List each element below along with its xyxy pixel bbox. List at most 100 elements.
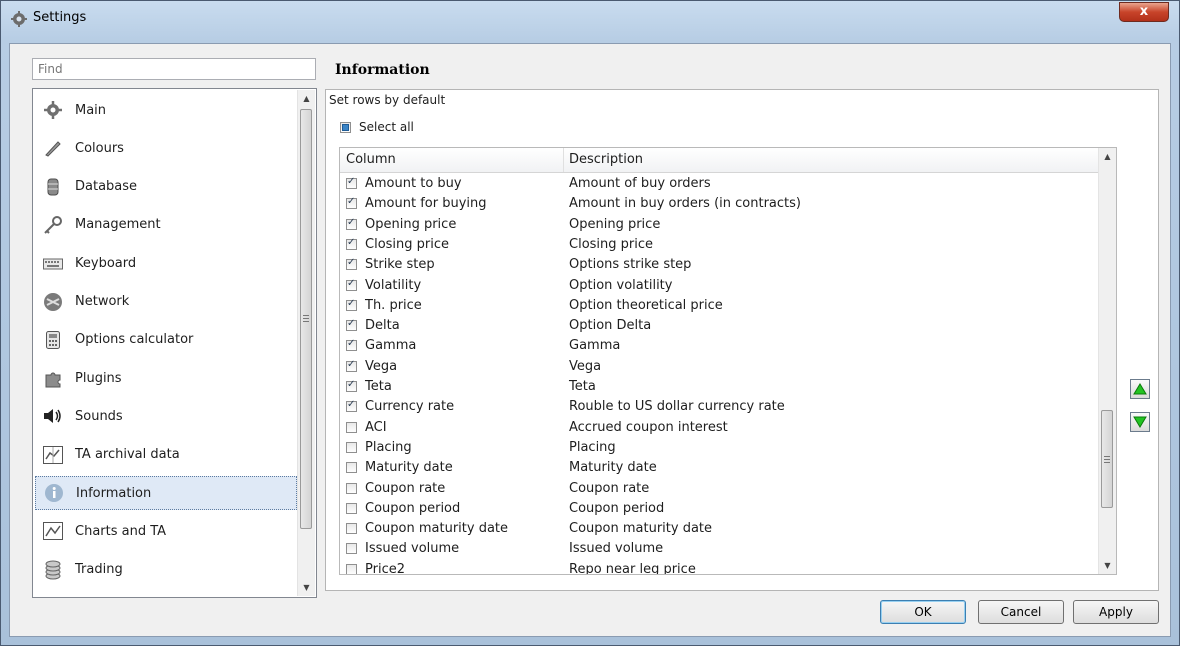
row-checkbox[interactable] (346, 298, 357, 311)
sidebar-item-keyboard[interactable]: Keyboard (35, 246, 297, 280)
cancel-button[interactable]: Cancel (978, 600, 1064, 624)
move-up-button[interactable] (1130, 379, 1150, 399)
column-name: Amount to buy (365, 176, 462, 191)
table-row[interactable]: Maturity date Maturity date (340, 458, 1100, 478)
table-row[interactable]: Coupon rate Coupon rate (340, 479, 1100, 499)
table-row[interactable]: Currency rate Rouble to US dollar currenc… (340, 397, 1100, 417)
title-bar[interactable]: Settings x (1, 1, 1179, 35)
rows-group-box: Set rows by default Select all Column De… (325, 89, 1159, 591)
table-row[interactable]: Price2 Repo near leg price (340, 560, 1100, 574)
row-checkbox[interactable] (346, 257, 357, 271)
sidebar-item-main[interactable]: Main (35, 93, 297, 127)
table-row[interactable]: Th. price Option theoretical price (340, 296, 1100, 316)
table-row[interactable]: Coupon maturity date Coupon maturity date (340, 519, 1100, 539)
scroll-down-arrow-icon[interactable]: ▼ (298, 579, 315, 596)
ok-button[interactable]: OK (880, 600, 966, 624)
scroll-up-arrow-icon[interactable]: ▲ (298, 90, 315, 107)
row-checkbox[interactable] (346, 523, 357, 535)
sidebar-item-options-calculator[interactable]: Options calculator (35, 323, 297, 357)
table-row[interactable]: Vega Vega (340, 357, 1100, 377)
table-row[interactable]: ACI Accrued coupon interest (340, 418, 1100, 438)
scroll-down-arrow-icon[interactable]: ▼ (1099, 557, 1116, 574)
column-description: Accrued coupon interest (569, 419, 728, 435)
row-checkbox[interactable] (346, 237, 357, 250)
table-row[interactable]: Delta Option Delta (340, 316, 1100, 336)
table-row[interactable]: Teta Teta (340, 377, 1100, 397)
table-row[interactable]: Coupon period Coupon period (340, 499, 1100, 519)
sidebar-item-colours[interactable]: Colours (35, 131, 297, 165)
row-checkbox[interactable] (346, 217, 357, 230)
row-checkbox[interactable] (346, 421, 357, 433)
find-input[interactable] (32, 58, 316, 80)
sidebar-item-sounds[interactable]: Sounds (35, 399, 297, 433)
sidebar-item-label: Plugins (75, 370, 122, 386)
sidebar-item-database[interactable]: Database (35, 170, 297, 204)
table-row[interactable]: Opening price Opening price (340, 215, 1100, 235)
row-checkbox[interactable] (346, 441, 357, 453)
sidebar-item-label: Information (76, 485, 152, 501)
column-name: Coupon rate (365, 480, 446, 496)
row-checkbox[interactable] (346, 379, 357, 392)
row-checkbox[interactable] (346, 462, 357, 474)
scrollbar-thumb[interactable] (1101, 410, 1113, 508)
column-description: Option Delta (569, 318, 652, 334)
calculator-icon (43, 330, 63, 350)
sidebar-item-information[interactable]: Information (35, 476, 297, 510)
settings-category-list[interactable]: ▲ ▼ Main Colours Database Management Keyboar… (32, 88, 317, 598)
sidebar-scrollbar[interactable]: ▲ ▼ (297, 90, 315, 596)
puzzle-icon (43, 368, 63, 388)
row-checkbox[interactable] (346, 196, 357, 210)
columns-table[interactable]: Column Description ▲ ▼ Amount to buyAmou… (339, 147, 1117, 575)
row-checkbox[interactable] (346, 318, 357, 332)
table-row[interactable]: Placing Placing (340, 438, 1100, 458)
table-row[interactable]: Amount for buying Amount in buy orders (i… (340, 194, 1100, 214)
column-name: Strike step (365, 257, 435, 273)
column-description: Rouble to US dollar currency rate (569, 399, 785, 415)
row-checkbox[interactable] (346, 543, 357, 555)
column-name: Currency rate (365, 399, 455, 415)
row-checkbox[interactable] (346, 502, 357, 514)
sidebar-item-management[interactable]: Management (35, 208, 297, 242)
archive-chart-icon (43, 445, 63, 465)
table-row[interactable]: Gamma Gamma (340, 336, 1100, 356)
row-checkbox[interactable] (346, 338, 357, 352)
table-row[interactable]: Issued volume Issued volume (340, 539, 1100, 559)
table-row[interactable]: Amount to buy Amount of buy orders (340, 174, 1100, 194)
description-header[interactable]: Description (569, 152, 643, 167)
column-header[interactable]: Column (346, 152, 396, 167)
column-name: Teta (365, 379, 392, 394)
table-row[interactable]: Strike step Options strike step (340, 255, 1100, 275)
column-description: Gamma (569, 338, 621, 354)
column-name: Issued volume (365, 541, 460, 557)
row-checkbox[interactable] (346, 563, 357, 574)
column-description: Opening price (569, 216, 661, 232)
row-checkbox[interactable] (346, 359, 357, 372)
sidebar-item-network[interactable]: Network (35, 285, 297, 319)
column-name: Coupon period (365, 500, 461, 516)
column-name: Placing (365, 439, 412, 455)
column-name: Gamma (365, 338, 417, 354)
row-checkbox[interactable] (346, 399, 357, 413)
move-down-button[interactable] (1130, 412, 1150, 432)
sidebar-item-charts-and-ta[interactable]: Charts and TA (35, 514, 297, 548)
group-label: Set rows by default (329, 93, 446, 107)
apply-button[interactable]: Apply (1073, 600, 1159, 624)
table-row[interactable]: Closing price Closing price (340, 235, 1100, 255)
select-all-checkbox[interactable]: Select all (340, 120, 414, 134)
sidebar-item-ta-archival-data[interactable]: TA archival data (35, 438, 297, 472)
row-checkbox[interactable] (346, 278, 357, 291)
green-down-arrow-icon (1133, 416, 1147, 428)
scroll-up-arrow-icon[interactable]: ▲ (1099, 148, 1116, 165)
scrollbar-thumb[interactable] (300, 109, 312, 529)
row-checkbox[interactable] (346, 176, 357, 189)
sidebar-item-plugins[interactable]: Plugins (35, 361, 297, 395)
close-button[interactable]: x (1119, 2, 1169, 22)
coins-icon (43, 560, 63, 580)
row-checkbox[interactable] (346, 482, 357, 494)
window-title: Settings (33, 10, 87, 25)
table-row[interactable]: Volatility Option volatility (340, 276, 1100, 296)
sidebar-item-trading[interactable]: Trading (35, 553, 297, 587)
table-scrollbar[interactable]: ▲ ▼ (1098, 148, 1116, 574)
column-name: Maturity date (365, 460, 453, 476)
column-description: Closing price (569, 236, 654, 252)
